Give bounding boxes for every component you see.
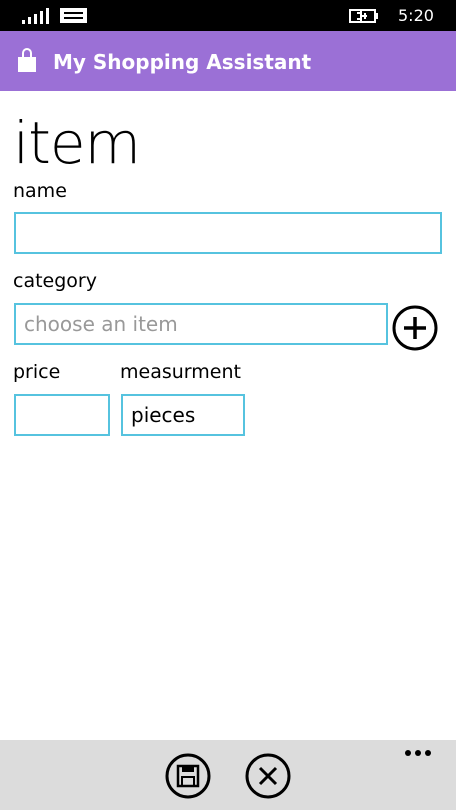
app-title: My Shopping Assistant bbox=[53, 50, 312, 74]
name-label: name bbox=[13, 180, 67, 202]
shopping-bag-icon bbox=[18, 48, 36, 72]
measurement-label: measurment bbox=[120, 361, 241, 383]
add-category-button[interactable] bbox=[392, 305, 438, 351]
save-button[interactable] bbox=[165, 753, 211, 799]
measurement-field[interactable] bbox=[121, 394, 245, 436]
category-label: category bbox=[13, 270, 97, 292]
battery-charging-icon bbox=[349, 9, 378, 23]
more-ellipsis-icon[interactable] bbox=[405, 746, 437, 760]
category-select[interactable]: choose an item bbox=[14, 303, 388, 345]
signal-strength-icon bbox=[22, 8, 52, 24]
price-label: price bbox=[13, 361, 61, 383]
price-field[interactable] bbox=[14, 394, 110, 436]
status-bar: 5:20 bbox=[0, 0, 456, 31]
status-time: 5:20 bbox=[398, 6, 434, 25]
page-title: item bbox=[13, 109, 141, 177]
category-placeholder: choose an item bbox=[24, 312, 178, 336]
message-icon bbox=[60, 8, 87, 23]
name-field[interactable] bbox=[14, 212, 442, 254]
cancel-button[interactable] bbox=[245, 753, 291, 799]
bottom-app-bar bbox=[0, 740, 456, 810]
app-bar: My Shopping Assistant bbox=[0, 31, 456, 91]
